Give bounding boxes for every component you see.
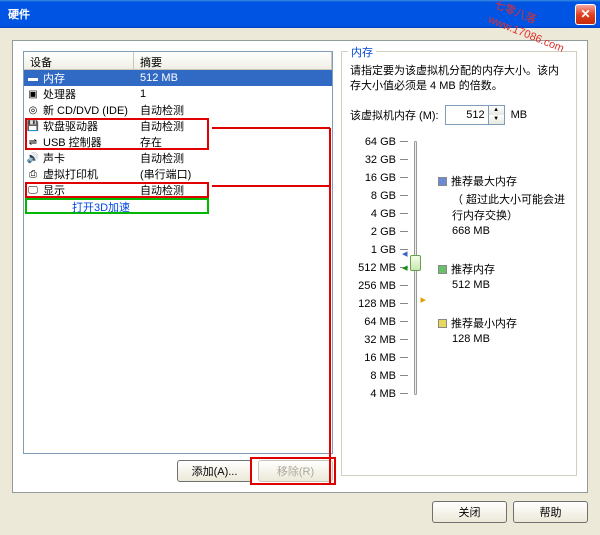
tick-label: 32 MB	[350, 331, 396, 349]
spin-up-icon[interactable]: ▲	[489, 106, 504, 115]
bottom-buttons: 关闭 帮助	[12, 501, 588, 523]
table-row[interactable]: 💾软盘驱动器自动检测	[24, 118, 332, 134]
close-button[interactable]: 关闭	[432, 501, 507, 523]
memory-groupbox: 内存 请指定要为该虚拟机分配的内存大小。该内存大小值必须是 4 MB 的倍数。 …	[341, 51, 577, 476]
table-row[interactable]: 🔊声卡自动检测	[24, 150, 332, 166]
marker-rec-icon: ◂	[402, 261, 408, 274]
annotation-text: 打开3D加速	[72, 199, 130, 215]
memory-input[interactable]	[446, 106, 488, 124]
legend: 推荐最大内存 （ 超过此大小可能会进行内存交换） 668 MB 推荐内存 512…	[432, 133, 568, 403]
floppy-icon: 💾	[26, 119, 40, 133]
tick-label: 8 MB	[350, 367, 396, 385]
memory-input-row: 该虚拟机内存 (M): ▲ ▼ MB	[350, 105, 568, 125]
tick-label: 1 GB	[350, 241, 396, 259]
right-panel: 内存 请指定要为该虚拟机分配的内存大小。该内存大小值必须是 4 MB 的倍数。 …	[341, 51, 577, 482]
cpu-icon: ▣	[26, 87, 40, 101]
tick-label: 2 GB	[350, 223, 396, 241]
left-panel: 设备 摘要 ▬内存512 MB▣处理器1◎新 CD/DVD (IDE)自动检测💾…	[23, 51, 333, 482]
tick-labels: 64 GB 32 GB 16 GB 8 GB 4 GB 2 GB 1 GB 51…	[350, 133, 396, 403]
sound-icon: 🔊	[26, 151, 40, 165]
left-buttons: 添加(A)... 移除(R)	[23, 460, 333, 482]
legend-square-icon	[438, 265, 447, 274]
tick-label: 32 GB	[350, 151, 396, 169]
legend-min: 推荐最小内存 128 MB	[438, 315, 568, 345]
memory-desc: 请指定要为该虚拟机分配的内存大小。该内存大小值必须是 4 MB 的倍数。	[350, 64, 568, 95]
close-icon[interactable]: ✕	[575, 4, 596, 25]
legend-square-icon	[438, 177, 447, 186]
legend-square-icon	[438, 319, 447, 328]
table-row[interactable]: ▬内存512 MB	[24, 70, 332, 86]
tick-label: 512 MB	[350, 259, 396, 277]
usb-icon: ⇌	[26, 135, 40, 149]
cd-icon: ◎	[26, 103, 40, 117]
add-button[interactable]: 添加(A)...	[177, 460, 252, 482]
marker-min-icon: ▸	[420, 293, 426, 306]
window-title: 硬件	[8, 6, 575, 22]
tick-label: 4 GB	[350, 205, 396, 223]
col-device-header[interactable]: 设备	[24, 52, 134, 69]
dialog-content: 设备 摘要 ▬内存512 MB▣处理器1◎新 CD/DVD (IDE)自动检测💾…	[0, 28, 600, 535]
tick-label: 64 GB	[350, 133, 396, 151]
tick-label: 4 MB	[350, 385, 396, 403]
table-row[interactable]: ▣处理器1	[24, 86, 332, 102]
tick-label: 256 MB	[350, 277, 396, 295]
memory-icon: ▬	[26, 71, 40, 85]
table-row[interactable]: ◎新 CD/DVD (IDE)自动检测	[24, 102, 332, 118]
table-row[interactable]: ⇌USB 控制器存在	[24, 134, 332, 150]
device-list: 设备 摘要 ▬内存512 MB▣处理器1◎新 CD/DVD (IDE)自动检测💾…	[23, 51, 333, 454]
slider-thumb[interactable]	[410, 255, 421, 271]
titlebar: 硬件 ✕	[0, 0, 600, 28]
table-row[interactable]: ⎙虚拟打印机(串行端口)	[24, 166, 332, 182]
tick-label: 16 GB	[350, 169, 396, 187]
legend-max: 推荐最大内存 （ 超过此大小可能会进行内存交换） 668 MB	[438, 173, 568, 237]
annotation-box	[25, 198, 209, 214]
memory-spinner[interactable]: ▲ ▼	[445, 105, 505, 125]
printer-icon: ⎙	[26, 167, 40, 181]
slider-area: 64 GB 32 GB 16 GB 8 GB 4 GB 2 GB 1 GB 51…	[350, 133, 568, 403]
tick-label: 64 MB	[350, 313, 396, 331]
col-summary-header[interactable]: 摘要	[134, 52, 332, 69]
help-button[interactable]: 帮助	[513, 501, 588, 523]
tick-label: 8 GB	[350, 187, 396, 205]
marker-max-icon: ◂	[402, 247, 408, 260]
list-header: 设备 摘要	[24, 52, 332, 70]
groupbox-title: 内存	[348, 44, 376, 60]
list-body: ▬内存512 MB▣处理器1◎新 CD/DVD (IDE)自动检测💾软盘驱动器自…	[24, 70, 332, 198]
main-panel: 设备 摘要 ▬内存512 MB▣处理器1◎新 CD/DVD (IDE)自动检测💾…	[12, 40, 588, 493]
memory-label: 该虚拟机内存 (M):	[350, 107, 439, 123]
remove-button: 移除(R)	[258, 460, 333, 482]
table-row[interactable]: 🖵显示自动检测	[24, 182, 332, 198]
tick-label: 128 MB	[350, 295, 396, 313]
memory-unit: MB	[511, 109, 528, 121]
spin-down-icon[interactable]: ▼	[489, 115, 504, 124]
display-icon: 🖵	[26, 183, 40, 197]
spin-buttons: ▲ ▼	[488, 106, 504, 124]
legend-rec: 推荐内存 512 MB	[438, 261, 568, 291]
memory-slider[interactable]: ◂ ◂ ▸	[400, 133, 428, 403]
tick-label: 16 MB	[350, 349, 396, 367]
